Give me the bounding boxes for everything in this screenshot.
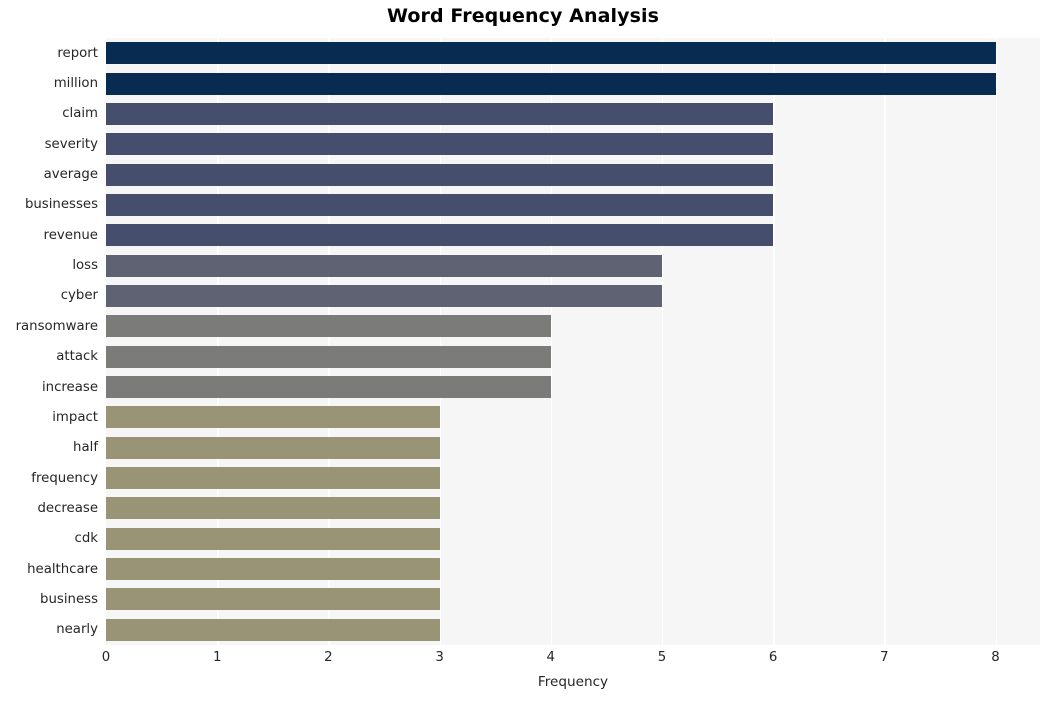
x-axis-tick-label: 5 xyxy=(657,650,667,665)
y-axis-label: claim xyxy=(62,106,98,122)
bar xyxy=(106,588,440,611)
x-axis-tick-label: 8 xyxy=(991,650,1000,665)
x-axis-tick-label: 4 xyxy=(546,650,555,665)
bar xyxy=(106,163,774,186)
bar xyxy=(106,284,662,307)
y-axis-label: loss xyxy=(72,258,98,274)
y-axis-label: cyber xyxy=(60,288,98,304)
x-axis-tick-label: 2 xyxy=(324,650,333,665)
bar xyxy=(106,224,774,247)
bar xyxy=(106,406,440,429)
y-axis-label: decrease xyxy=(37,500,98,516)
x-axis-tick-label: 6 xyxy=(768,650,778,665)
gridline xyxy=(995,38,997,645)
bar xyxy=(106,558,440,581)
bar xyxy=(106,618,440,641)
bar xyxy=(106,345,551,368)
x-axis-tick-label: 7 xyxy=(880,650,889,665)
y-axis-labels: report million claim severity average busines… xyxy=(0,38,98,645)
y-axis-label: healthcare xyxy=(27,561,98,577)
bar xyxy=(106,315,551,338)
bar xyxy=(106,467,440,490)
bar xyxy=(106,527,440,550)
bar xyxy=(106,497,440,520)
y-axis-label: million xyxy=(53,76,98,92)
gridline xyxy=(439,38,441,645)
y-axis-label: businesses xyxy=(24,197,98,213)
gridline xyxy=(550,38,553,645)
bar xyxy=(106,133,774,156)
bar xyxy=(106,42,996,65)
y-axis-label: revenue xyxy=(43,227,98,243)
y-axis-label: impact xyxy=(52,409,98,425)
gridline xyxy=(328,38,330,645)
gridline xyxy=(661,38,664,645)
chart-figure: Word Frequency Analysis report million cla… xyxy=(0,0,1046,701)
y-axis-label: average xyxy=(43,167,98,183)
bar xyxy=(106,376,551,399)
x-axis-tick-label: 0 xyxy=(101,650,111,665)
y-axis-label: business xyxy=(40,591,98,607)
y-axis-label: ransomware xyxy=(15,318,98,334)
y-axis-label: nearly xyxy=(56,622,98,638)
bar xyxy=(106,254,662,277)
x-axis-tick-label: 3 xyxy=(435,650,444,665)
x-axis-ticks: 0 1 2 3 4 5 6 7 8 xyxy=(0,650,1046,670)
y-axis-label: report xyxy=(57,45,98,61)
y-axis-label: attack xyxy=(56,349,98,365)
y-axis-label: increase xyxy=(41,379,98,395)
gridline xyxy=(217,38,219,645)
gridline xyxy=(884,38,886,645)
gridline xyxy=(773,38,775,645)
bar xyxy=(106,436,440,459)
bar xyxy=(106,193,774,216)
bar xyxy=(106,72,996,95)
chart-title: Word Frequency Analysis xyxy=(386,5,660,27)
y-axis-label: frequency xyxy=(31,470,98,486)
plot-area xyxy=(106,38,1040,645)
y-axis-label: severity xyxy=(44,136,98,152)
x-axis-title: Frequency xyxy=(537,674,609,690)
y-axis-label: cdk xyxy=(74,531,98,547)
bar xyxy=(106,102,774,125)
y-axis-label: half xyxy=(73,440,98,456)
x-axis-tick-label: 1 xyxy=(212,650,222,665)
